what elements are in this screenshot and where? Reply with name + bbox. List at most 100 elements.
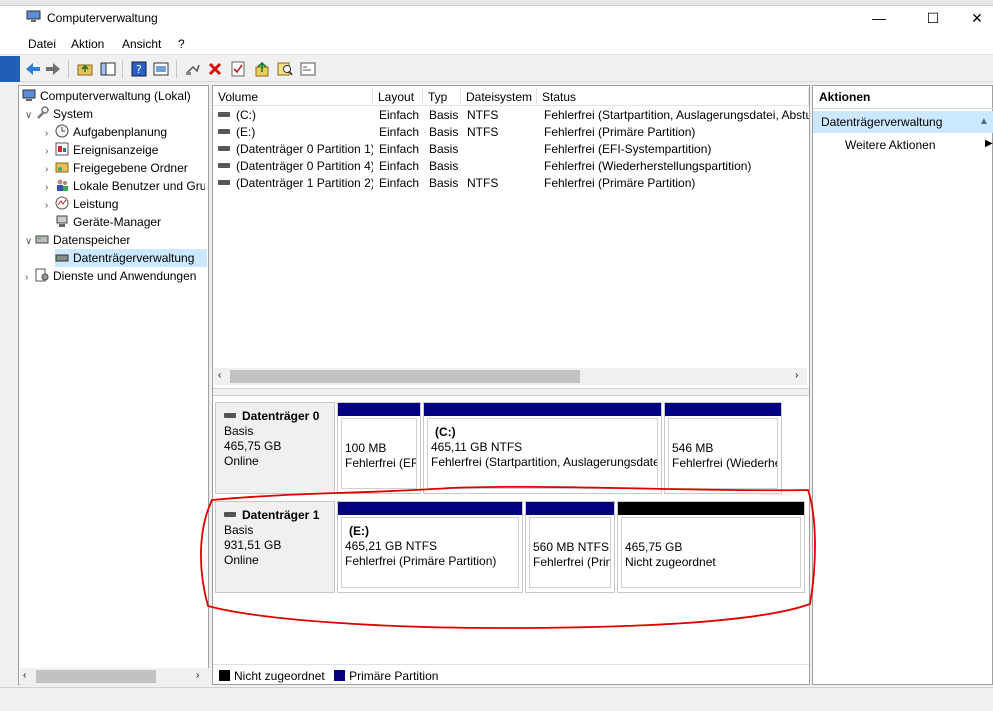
disk-size: 465,75 GB [224, 439, 282, 453]
chevron-down-icon[interactable]: ∨ [25, 107, 35, 123]
disk-name: Datenträger 1 [242, 508, 320, 522]
scroll-right-icon[interactable]: › [795, 370, 798, 381]
chevron-down-icon[interactable]: ∨ [25, 233, 35, 249]
device-manager-icon [55, 214, 69, 228]
cell-typ: Basis [429, 159, 459, 173]
tree-item-lokale-benutzer[interactable]: › Lokale Benutzer und Gruppen [45, 177, 205, 195]
shared-folder-icon [55, 160, 69, 174]
disk-graphical-view: Datenträger 0 Basis 465,75 GB Online 100… [213, 398, 809, 658]
connect-icon[interactable] [184, 60, 202, 78]
partition-status: Nicht zugeordnet [625, 555, 716, 569]
primary-partition-bar [424, 403, 661, 416]
cell-layout: Einfach [379, 125, 420, 139]
partition-560mb[interactable]: 560 MB NTFS Fehlerfrei (Primäre Partitio… [525, 501, 615, 593]
toolbar [0, 56, 993, 82]
tree-label: Geräte-Manager [73, 215, 162, 229]
tree-item-datenspeicher[interactable]: ∨ Datenspeicher [25, 231, 130, 249]
table-row[interactable]: (Datenträger 0 Partition 4) Einfach Basi… [213, 158, 809, 175]
disk-state: Online [224, 454, 259, 468]
partition-c[interactable]: (C:) 465,11 GB NTFS Fehlerfrei (Startpar… [423, 402, 662, 494]
menu-ansicht[interactable]: Ansicht [122, 37, 161, 51]
partition-status: Fehlerfrei (Wiederherstellungspartition) [672, 456, 777, 470]
primary-partition-bar [338, 502, 522, 515]
forward-icon[interactable] [44, 60, 62, 78]
chevron-right-icon[interactable]: › [45, 161, 55, 177]
scroll-left-icon[interactable]: ‹ [23, 670, 26, 681]
tree-item-aufgabenplanung[interactable]: › Aufgabenplanung [45, 123, 167, 141]
column-header-layout[interactable]: Layout [373, 88, 423, 106]
tree-item-leistung[interactable]: › Leistung [45, 195, 118, 213]
chevron-right-icon[interactable]: › [45, 143, 55, 159]
chevron-right-icon[interactable]: › [45, 197, 55, 213]
cell-typ: Basis [429, 176, 459, 190]
volume-icon [218, 146, 230, 151]
table-row[interactable]: (Datenträger 1 Partition 2) Einfach Basi… [213, 175, 809, 192]
tree-item-ereignisanzeige[interactable]: › Ereignisanzeige [45, 141, 158, 159]
scroll-right-icon[interactable]: › [196, 670, 199, 681]
partition-size: 560 MB NTFS [533, 540, 610, 554]
list-horizontal-scrollbar[interactable]: ‹ › [214, 368, 807, 385]
disk-1-info[interactable]: Datenträger 1 Basis 931,51 GB Online [215, 501, 335, 593]
more-actions-item[interactable]: Weitere Aktionen [845, 136, 936, 154]
import-icon[interactable] [253, 60, 271, 78]
partition-size: 546 MB [672, 441, 714, 455]
partition-status: Fehlerfrei (Primäre Partition) [533, 555, 610, 569]
tree-horizontal-scrollbar[interactable]: ‹ › [20, 668, 209, 685]
chevron-right-icon[interactable]: › [45, 179, 55, 195]
chevron-right-icon[interactable]: › [45, 125, 55, 141]
checkmark-icon[interactable] [229, 60, 247, 78]
up-folder-icon[interactable] [76, 60, 94, 78]
tree-item-geraete-manager[interactable]: Geräte-Manager [55, 213, 161, 231]
partition-efi[interactable]: 100 MB Fehlerfrei (EFI-Systempartition) [337, 402, 421, 494]
delete-icon[interactable] [206, 60, 224, 78]
column-header-dateisystem[interactable]: Dateisystem [461, 88, 537, 106]
column-header-status[interactable]: Status [537, 88, 809, 106]
minimize-button[interactable]: — [856, 6, 902, 31]
table-row[interactable]: (E:) Einfach Basis NTFS Fehlerfrei (Prim… [213, 124, 809, 141]
search-icon[interactable] [276, 60, 294, 78]
cell-volume: (Datenträger 0 Partition 4) [236, 159, 373, 173]
scrollbar-thumb[interactable] [36, 670, 156, 683]
computer-management-icon [26, 10, 41, 23]
partition-unallocated[interactable]: 465,75 GB Nicht zugeordnet [617, 501, 805, 593]
scrollbar-thumb[interactable] [230, 370, 580, 383]
scroll-left-icon[interactable]: ‹ [218, 370, 221, 381]
maximize-button[interactable]: ☐ [910, 6, 956, 31]
chevron-right-icon[interactable]: › [25, 269, 35, 285]
tree-item-system[interactable]: ∨ System [25, 105, 93, 123]
view-icon[interactable] [299, 60, 317, 78]
submenu-arrow-icon[interactable]: ▶ [985, 138, 993, 149]
help-icon[interactable]: ? [130, 60, 148, 78]
menu-aktion[interactable]: Aktion [71, 37, 104, 51]
menu-help[interactable]: ? [178, 37, 185, 51]
tree-item-dienste[interactable]: › Dienste und Anwendungen [25, 267, 196, 285]
partition-size: 465,11 GB NTFS [431, 440, 523, 454]
partition-label: (C:) [435, 425, 456, 439]
properties-icon[interactable] [152, 60, 170, 78]
partition-e[interactable]: (E:) 465,21 GB NTFS Fehlerfrei (Primäre … [337, 501, 523, 593]
partition-label: (E:) [349, 524, 369, 538]
column-header-volume[interactable]: Volume [213, 88, 373, 106]
collapse-up-icon[interactable]: ▲ [979, 111, 989, 133]
partition-recovery[interactable]: 546 MB Fehlerfrei (Wiederherstellungspar… [664, 402, 782, 494]
cell-layout: Einfach [379, 142, 420, 156]
table-row[interactable]: (Datenträger 0 Partition 1) Einfach Basi… [213, 141, 809, 158]
tree-item-freigegebene-ordner[interactable]: › Freigegebene Ordner [45, 159, 188, 177]
pane-splitter[interactable] [213, 388, 809, 396]
table-row[interactable]: (C:) Einfach Basis NTFS Fehlerfrei (Star… [213, 107, 809, 124]
close-button[interactable]: ✕ [954, 6, 993, 31]
svg-text:?: ? [136, 63, 142, 76]
disk-size: 931,51 GB [224, 538, 282, 552]
menu-datei[interactable]: Datei [28, 37, 56, 51]
column-header-typ[interactable]: Typ [423, 88, 461, 106]
show-hide-tree-icon[interactable] [99, 60, 117, 78]
tree-item-root[interactable]: Computerverwaltung (Lokal) [22, 87, 191, 105]
taskbar-edge [0, 56, 20, 82]
actions-section-header[interactable]: Datenträgerverwaltung ▲ [813, 111, 993, 133]
tree-label: System [53, 107, 94, 121]
disk-0-info[interactable]: Datenträger 0 Basis 465,75 GB Online [215, 402, 335, 494]
actions-title: Aktionen [813, 86, 993, 109]
back-icon[interactable] [24, 60, 42, 78]
tree-item-datentraegerverwaltung[interactable]: Datenträgerverwaltung [55, 249, 207, 267]
partition-size: 100 MB [345, 441, 387, 455]
